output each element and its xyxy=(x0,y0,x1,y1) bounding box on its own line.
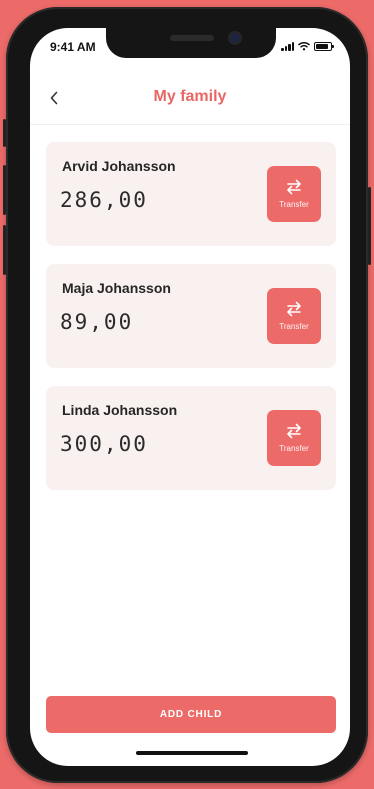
transfer-button[interactable]: Transfer xyxy=(267,410,321,466)
child-balance: 89,00 xyxy=(60,310,134,334)
notch xyxy=(106,28,276,58)
signal-icon xyxy=(281,41,294,51)
add-child-button[interactable]: ADD CHILD xyxy=(46,696,336,733)
app-header: My family xyxy=(30,76,350,125)
child-card: Arvid Johansson 286,00 Transfer xyxy=(46,142,336,246)
transfer-button[interactable]: Transfer xyxy=(267,288,321,344)
transfer-arrows-icon xyxy=(287,301,301,317)
home-indicator xyxy=(136,751,248,755)
child-name: Maja Johansson xyxy=(62,280,171,296)
transfer-label: Transfer xyxy=(279,322,309,331)
child-card: Linda Johansson 300,00 Transfer xyxy=(46,386,336,490)
transfer-label: Transfer xyxy=(279,200,309,209)
child-name: Arvid Johansson xyxy=(62,158,176,174)
battery-icon xyxy=(314,41,334,51)
side-button xyxy=(3,119,6,147)
child-name: Linda Johansson xyxy=(62,402,178,418)
transfer-button[interactable]: Transfer xyxy=(267,166,321,222)
child-balance: 286,00 xyxy=(60,188,148,212)
power-button xyxy=(368,187,371,265)
app-screen: 9:41 AM My family Arvid Johansson 286,00 xyxy=(30,28,350,766)
status-icons xyxy=(281,41,334,51)
transfer-label: Transfer xyxy=(279,444,309,453)
wifi-icon xyxy=(298,42,310,51)
transfer-arrows-icon xyxy=(287,179,301,195)
child-card: Maja Johansson 89,00 Transfer xyxy=(46,264,336,368)
volume-down-button xyxy=(3,225,6,275)
page-title: My family xyxy=(153,88,227,105)
front-camera xyxy=(230,33,240,43)
transfer-arrows-icon xyxy=(287,423,301,439)
volume-up-button xyxy=(3,165,6,215)
child-balance: 300,00 xyxy=(60,432,148,456)
status-time: 9:41 AM xyxy=(50,40,96,54)
speaker-grille xyxy=(170,35,214,41)
